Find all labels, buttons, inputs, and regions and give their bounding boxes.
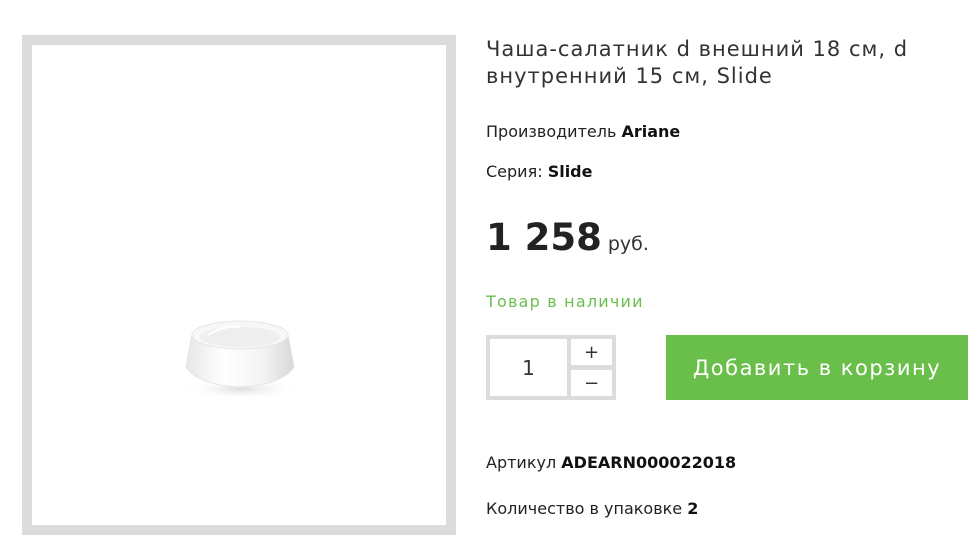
sku-label: Артикул (486, 453, 557, 472)
series-value[interactable]: Slide (548, 162, 593, 181)
pack-quantity-label: Количество в упаковке (486, 499, 683, 518)
product-title: Чаша-салатник d внешний 18 см, d внутрен… (486, 37, 909, 88)
manufacturer-value[interactable]: Ariane (621, 122, 680, 141)
quantity-increase-button[interactable]: + (571, 339, 612, 365)
quantity-stepper: + − (486, 335, 616, 400)
bowl-image (181, 320, 301, 400)
pack-quantity-value: 2 (687, 499, 699, 518)
stock-status: Товар в наличии (486, 292, 644, 311)
series-label: Серия: (486, 162, 543, 181)
add-to-cart-button[interactable]: Добавить в корзину (666, 335, 968, 400)
quantity-decrease-button[interactable]: − (571, 370, 612, 396)
manufacturer-label: Производитель (486, 122, 617, 141)
sku-value: ADEARN000022018 (561, 453, 737, 472)
product-image-frame[interactable] (22, 35, 456, 535)
price-currency: руб. (607, 233, 649, 255)
sku-row: Артикул ADEARN000022018 (486, 453, 736, 472)
pack-quantity-row: Количество в упаковке 2 (486, 499, 698, 518)
series-row: Серия: Slide (486, 162, 592, 181)
price: 1 258 руб. (486, 216, 649, 259)
product-image[interactable] (32, 45, 446, 525)
price-value: 1 258 (486, 216, 602, 259)
quantity-input[interactable] (490, 339, 567, 396)
manufacturer-row: Производитель Ariane (486, 122, 680, 141)
